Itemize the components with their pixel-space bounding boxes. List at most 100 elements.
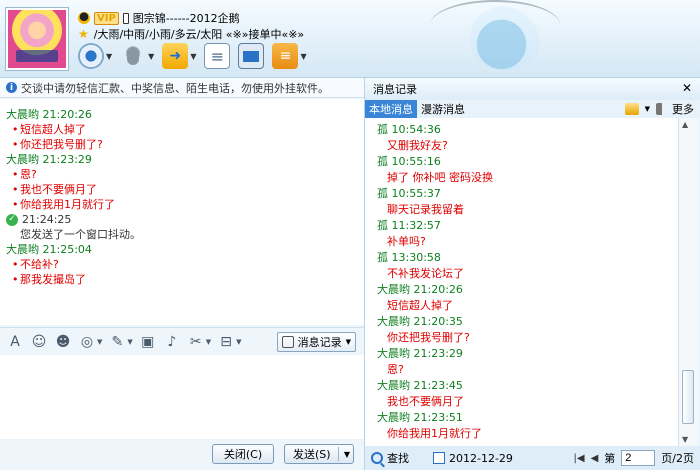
send-divider: [338, 447, 339, 461]
history-message-text: 补单吗?: [387, 235, 426, 248]
history-sender-time: 大晨哟 21:23:29: [377, 347, 463, 360]
music-button[interactable]: ♪: [163, 332, 181, 352]
phone-icon: [122, 12, 129, 24]
remote-desktop-button[interactable]: [238, 42, 265, 70]
history-message-text: 聊天记录我留着: [387, 203, 464, 216]
speaker-icon[interactable]: [656, 103, 666, 115]
doodle-button[interactable]: ✎ ▼: [108, 332, 133, 352]
folder-send-icon: [162, 43, 189, 69]
message-input[interactable]: [0, 355, 364, 439]
chevron-down-icon[interactable]: ▼: [106, 52, 112, 61]
chevron-down-icon[interactable]: ▼: [97, 338, 102, 346]
shake-button[interactable]: ◎ ▼: [78, 332, 103, 352]
chevron-down-icon[interactable]: ▼: [190, 52, 196, 61]
video-call-button[interactable]: ▼: [78, 42, 112, 70]
send-button[interactable]: 发送(S) ▼: [284, 444, 354, 464]
history-sender-time: 孤 10:54:36: [377, 123, 441, 136]
history-tools: ▼ 更多: [624, 101, 700, 117]
history-message-text: 你给我用1月就行了: [387, 427, 482, 440]
emoji-button[interactable]: ☺: [30, 332, 48, 352]
message-history-button[interactable]: 消息记录 ▼: [276, 331, 356, 352]
more-tools-button[interactable]: ⊟ ▼: [217, 332, 241, 352]
security-notice-text: 交谈中请勿轻信汇款、中奖信息、陌生电话，勿使用外挂软件。: [21, 81, 329, 95]
contact-signature: /大雨/中雨/小雨/多云/太阳 «※»接单中«※»: [93, 28, 305, 41]
camera-icon: [78, 43, 104, 69]
message-text: 你还把我号删了?: [6, 137, 358, 152]
history-footer: 查找 2012-12-29 |◀ ◀ 第 页/2页: [364, 446, 700, 470]
chevron-down-icon[interactable]: ▼: [127, 338, 132, 346]
shake-icon: ◎: [80, 333, 94, 350]
history-message-text: 你还把我号删了?: [387, 331, 470, 344]
history-sender-time: 孤 11:32:57: [377, 219, 441, 232]
history-sender-time: 大晨哟 21:23:45: [377, 379, 463, 392]
history-message-text: 短信超人掉了: [387, 299, 453, 312]
history-message-text: 又删我好友?: [387, 139, 448, 152]
add-to-list-button[interactable]: [204, 42, 231, 70]
close-icon[interactable]: ✕: [682, 81, 692, 95]
calendar-icon[interactable]: [433, 452, 445, 464]
contact-name: 图宗锦------2012企鹅: [132, 12, 240, 25]
info-icon: i: [6, 82, 17, 93]
message-history-label: 消息记录: [297, 335, 342, 349]
tab-local-messages[interactable]: 本地消息: [365, 100, 417, 118]
history-date[interactable]: 2012-12-29: [449, 452, 513, 465]
scroll-down-icon[interactable]: ▼: [682, 435, 688, 444]
face-icon: ☻: [55, 333, 71, 350]
send-file-button[interactable]: ▼: [162, 42, 196, 70]
more-button[interactable]: 更多: [672, 101, 694, 117]
search-label[interactable]: 查找: [387, 450, 409, 466]
security-notice: i 交谈中请勿轻信汇款、中奖信息、陌生电话，勿使用外挂软件。: [0, 78, 364, 98]
chevron-down-icon[interactable]: ▼: [148, 52, 154, 61]
history-sender-time: 大晨哟 21:20:26: [377, 283, 463, 296]
message-sender-time: 大晨哟 21:20:26: [6, 108, 92, 121]
apps-button[interactable]: ▼: [272, 42, 307, 70]
system-message-text: 您发送了一个窗口抖动。: [20, 228, 141, 241]
chevron-down-icon[interactable]: ▼: [236, 338, 241, 346]
history-sender-time: 大晨哟 21:23:51: [377, 411, 463, 424]
history-sender-time: 孤 10:55:37: [377, 187, 441, 200]
list-add-icon: [204, 43, 231, 69]
history-sender-time: 大晨哟 21:20:35: [377, 315, 463, 328]
prev-page-icon[interactable]: ◀: [591, 453, 599, 464]
chevron-down-icon[interactable]: ▼: [346, 338, 351, 346]
chevron-down-icon[interactable]: ▼: [645, 105, 650, 113]
font-button[interactable]: A: [6, 332, 24, 352]
star-icon: ★: [78, 27, 89, 41]
edit-icon[interactable]: [624, 103, 639, 115]
scroll-up-icon[interactable]: ▲: [682, 120, 688, 129]
smiley-icon: ☺: [31, 333, 47, 350]
chat-message-area[interactable]: 大晨哟 21:20:26 短信超人掉了 你还把我号删了? 大晨哟 21:23:2…: [0, 99, 364, 325]
message-text: 恩?: [6, 167, 358, 182]
screenshot-button[interactable]: ✂ ▼: [187, 332, 211, 352]
voice-call-button[interactable]: ▼: [120, 42, 154, 70]
contact-name-row: VIP 图宗锦------2012企鹅: [78, 10, 240, 26]
contact-avatar[interactable]: [6, 8, 68, 70]
history-message-text: 我也不要俩月了: [387, 395, 464, 408]
system-message-time: ✓ 21:24:25: [6, 212, 358, 227]
pencil-icon: ✎: [111, 333, 124, 350]
image-button[interactable]: ▣: [139, 332, 157, 352]
history-message-text: 不补我发论坛了: [387, 267, 464, 280]
first-page-icon[interactable]: |◀: [574, 453, 585, 464]
close-button[interactable]: 关闭(C): [212, 444, 274, 464]
briefcase-icon: ⊟: [220, 333, 233, 350]
message-text: 你给我用1月就行了: [6, 197, 358, 212]
search-icon[interactable]: [371, 452, 383, 464]
history-scrollbar[interactable]: ▲ ▼: [678, 118, 698, 446]
history-message-text: 恩?: [387, 363, 404, 376]
magic-emoji-button[interactable]: ☻: [54, 332, 72, 352]
chat-toolbar: ▼ ▼ ▼ ▼: [78, 42, 307, 70]
chevron-down-icon[interactable]: ▼: [300, 52, 306, 61]
page-number-input[interactable]: [621, 450, 656, 466]
system-time-text: 21:24:25: [22, 213, 72, 226]
history-message-text: 掉了 你补吧 密码没换: [387, 171, 493, 184]
message-sender-time: 大晨哟 21:23:29: [6, 153, 92, 166]
scrollbar-thumb[interactable]: [682, 370, 694, 424]
vip-badge[interactable]: VIP: [94, 11, 119, 25]
microphone-icon: [120, 43, 147, 69]
history-message-list[interactable]: 孤 10:54:36 又删我好友? 孤 10:55:16 掉了 你补吧 密码没换…: [364, 118, 690, 446]
send-options-chevron-icon[interactable]: ▼: [344, 450, 350, 459]
tab-roaming-messages[interactable]: 漫游消息: [417, 100, 469, 118]
monitor-icon: [238, 43, 265, 69]
chevron-down-icon[interactable]: ▼: [206, 338, 211, 346]
